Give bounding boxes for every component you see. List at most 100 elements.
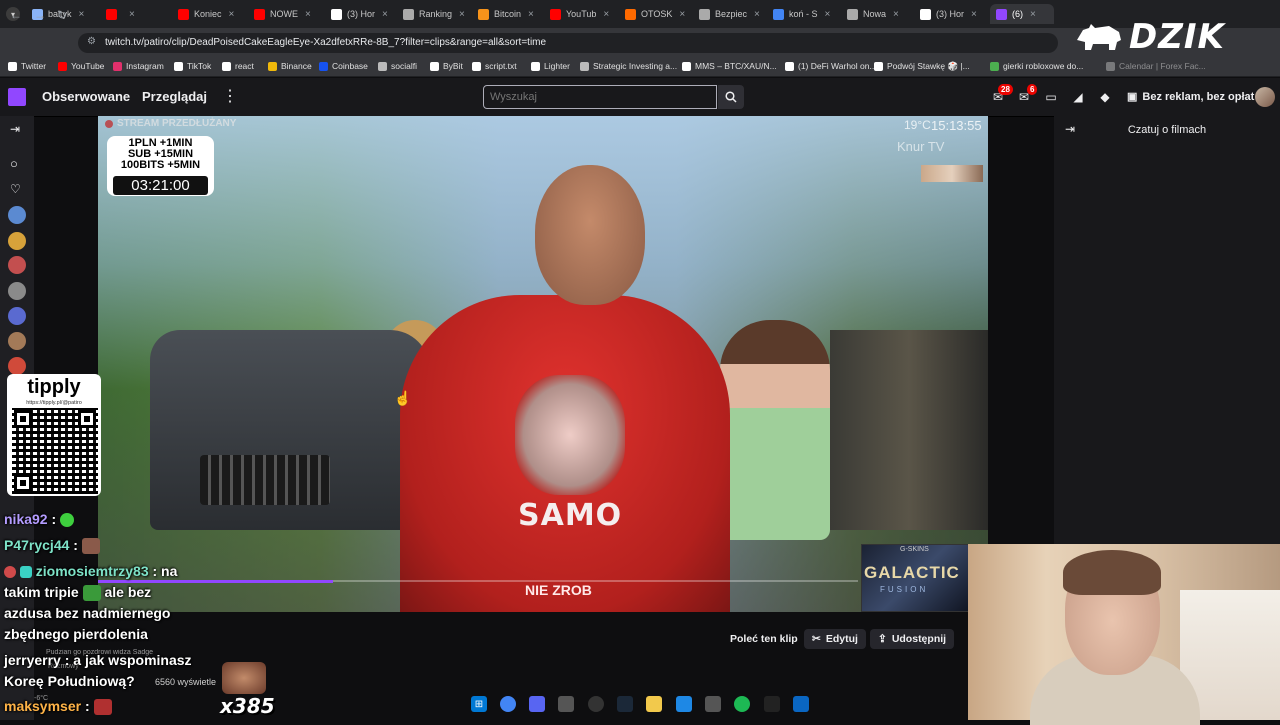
close-tab-icon[interactable]: × xyxy=(79,9,85,20)
app-icon[interactable] xyxy=(558,696,574,712)
bookmark-icon xyxy=(1106,61,1115,71)
close-tab-icon[interactable]: × xyxy=(229,9,235,20)
url-text[interactable]: twitch.tv/patiro/clip/DeadPoisedCakeEagl… xyxy=(105,37,546,48)
app-icon[interactable] xyxy=(764,696,780,712)
app-icon[interactable] xyxy=(588,696,604,712)
recommend-clip-button[interactable]: Poleć ten klip xyxy=(722,629,806,649)
browser-tab[interactable]: × xyxy=(100,4,174,24)
browser-tab[interactable]: Ranking × xyxy=(397,4,473,24)
sidebar-channel-avatar[interactable] xyxy=(8,206,26,224)
bookmark-item[interactable]: Strategic Investing a... xyxy=(580,61,677,71)
sidebar-channel-avatar[interactable] xyxy=(8,332,26,350)
whispers-icon[interactable]: ▭ xyxy=(1044,90,1058,104)
emote-icon xyxy=(60,513,75,528)
app-icon[interactable] xyxy=(793,696,809,712)
discord-icon[interactable] xyxy=(529,696,545,712)
sidebar-channel-avatar[interactable] xyxy=(8,307,26,325)
bookmark-item[interactable]: ByBit xyxy=(430,61,463,71)
bookmark-item[interactable]: Podwój Stawkę 🎲 |... xyxy=(874,61,970,72)
site-info-icon[interactable]: ⚙ xyxy=(87,36,99,48)
bookmark-item[interactable]: YouTube xyxy=(58,61,104,71)
app-icon[interactable] xyxy=(676,696,692,712)
browser-tab[interactable]: YouTub × xyxy=(544,4,620,24)
bookmark-item[interactable]: (1) DeFi Warhol on... xyxy=(785,61,877,71)
bookmark-label: gierki robloxowe do... xyxy=(1003,61,1084,71)
more-options-icon[interactable]: ⋮ xyxy=(222,86,238,106)
chrome-icon[interactable] xyxy=(500,696,516,712)
close-tab-icon[interactable]: × xyxy=(459,9,465,20)
close-tab-icon[interactable]: × xyxy=(679,9,685,20)
close-tab-icon[interactable]: × xyxy=(971,9,977,20)
bookmark-item[interactable]: MMS – BTC/XAU/N... xyxy=(682,61,777,71)
turbo-adfree-button[interactable]: ▣ Bez reklam, bez opłat xyxy=(1127,90,1254,104)
nav-browse[interactable]: Przeglądaj xyxy=(142,89,207,104)
bookmark-item[interactable]: Coinbase xyxy=(319,61,368,71)
browser-tab[interactable]: (6) × xyxy=(990,4,1054,24)
bookmark-item[interactable]: Twitter xyxy=(8,61,46,71)
browser-tab[interactable]: Nowa × xyxy=(841,4,917,24)
browser-tab[interactable]: Bitcoin × xyxy=(472,4,546,24)
browser-tab[interactable]: Koniec × xyxy=(172,4,248,24)
tab-favicon-icon xyxy=(773,8,784,20)
sidebar-channel-avatar[interactable] xyxy=(8,357,26,375)
browser-tab[interactable]: (3) Hor × xyxy=(325,4,399,24)
bookmark-item[interactable]: socialfi xyxy=(378,61,417,71)
close-tab-icon[interactable]: × xyxy=(528,9,534,20)
sidebar-channel-avatar[interactable] xyxy=(8,256,26,274)
app-icon[interactable] xyxy=(705,696,721,712)
nav-following[interactable]: Obserwowane xyxy=(42,89,130,104)
search-button[interactable] xyxy=(718,85,744,109)
donation-line: 100BITS +5MIN xyxy=(120,159,201,171)
tab-favicon-icon xyxy=(625,8,636,20)
bookmark-label: Lighter xyxy=(544,61,570,71)
folder-icon[interactable] xyxy=(646,696,662,712)
bookmark-item[interactable]: Binance xyxy=(268,61,312,71)
bookmark-item[interactable]: Calendar | Forex Fac... xyxy=(1106,61,1206,71)
edit-clip-button[interactable]: ✂ Edytuj xyxy=(804,629,866,649)
following-circle-icon[interactable]: ○ xyxy=(10,156,18,171)
prime-icon[interactable]: ◢ xyxy=(1071,90,1085,104)
bookmark-label: Strategic Investing a... xyxy=(593,61,678,71)
close-tab-icon[interactable]: × xyxy=(825,9,831,20)
close-tab-icon[interactable]: × xyxy=(129,9,135,20)
bookmark-item[interactable]: gierki robloxowe do... xyxy=(990,61,1083,71)
close-tab-icon[interactable]: × xyxy=(893,9,899,20)
reload-icon[interactable]: ↻ xyxy=(57,8,67,22)
spotify-icon[interactable] xyxy=(734,696,750,712)
gift-image xyxy=(222,662,266,694)
close-tab-icon[interactable]: × xyxy=(382,9,388,20)
bookmark-label: ByBit xyxy=(443,61,463,71)
close-tab-icon[interactable]: × xyxy=(1030,9,1036,20)
forward-icon[interactable]: → xyxy=(34,8,46,22)
tab-label: Nowa xyxy=(863,9,887,19)
browser-tab[interactable]: koń - S × xyxy=(767,4,843,24)
twitch-logo-icon[interactable] xyxy=(8,88,26,106)
crown-icon[interactable]: ◆ xyxy=(1098,90,1112,104)
bookmark-item[interactable]: react xyxy=(222,61,254,71)
steam-icon[interactable] xyxy=(617,696,633,712)
bookmark-icon xyxy=(268,61,277,71)
stream-extended-text: STREAM PRZEDŁUŻANY xyxy=(117,118,237,129)
bookmark-item[interactable]: Lighter xyxy=(531,61,570,71)
close-tab-icon[interactable]: × xyxy=(305,9,311,20)
expand-sidebar-icon[interactable]: ⇥ xyxy=(10,122,20,136)
bookmark-item[interactable]: script.txt xyxy=(472,61,517,71)
browser-tab[interactable]: NOWE × xyxy=(248,4,326,24)
video-shirt-print xyxy=(515,375,625,495)
user-avatar[interactable] xyxy=(1255,87,1275,107)
tab-favicon-icon xyxy=(847,8,858,20)
back-icon[interactable]: ← xyxy=(10,8,22,22)
browser-tab[interactable]: OTOSK × xyxy=(619,4,695,24)
bookmark-item[interactable]: TikTok xyxy=(174,61,211,71)
share-clip-button[interactable]: ⇪ Udostępnij xyxy=(870,629,955,649)
sidebar-channel-avatar[interactable] xyxy=(8,232,26,250)
sidebar-channel-avatar[interactable] xyxy=(8,282,26,300)
browser-tab[interactable]: Bezpiec × xyxy=(693,4,769,24)
browser-tab[interactable]: (3) Hor × xyxy=(914,4,990,24)
windows-start-icon[interactable]: ⊞ xyxy=(471,696,487,712)
heart-icon[interactable]: ♡ xyxy=(10,182,21,196)
bookmark-item[interactable]: Instagram xyxy=(113,61,164,71)
close-tab-icon[interactable]: × xyxy=(603,9,609,20)
search-input[interactable] xyxy=(490,91,710,103)
close-tab-icon[interactable]: × xyxy=(754,9,760,20)
